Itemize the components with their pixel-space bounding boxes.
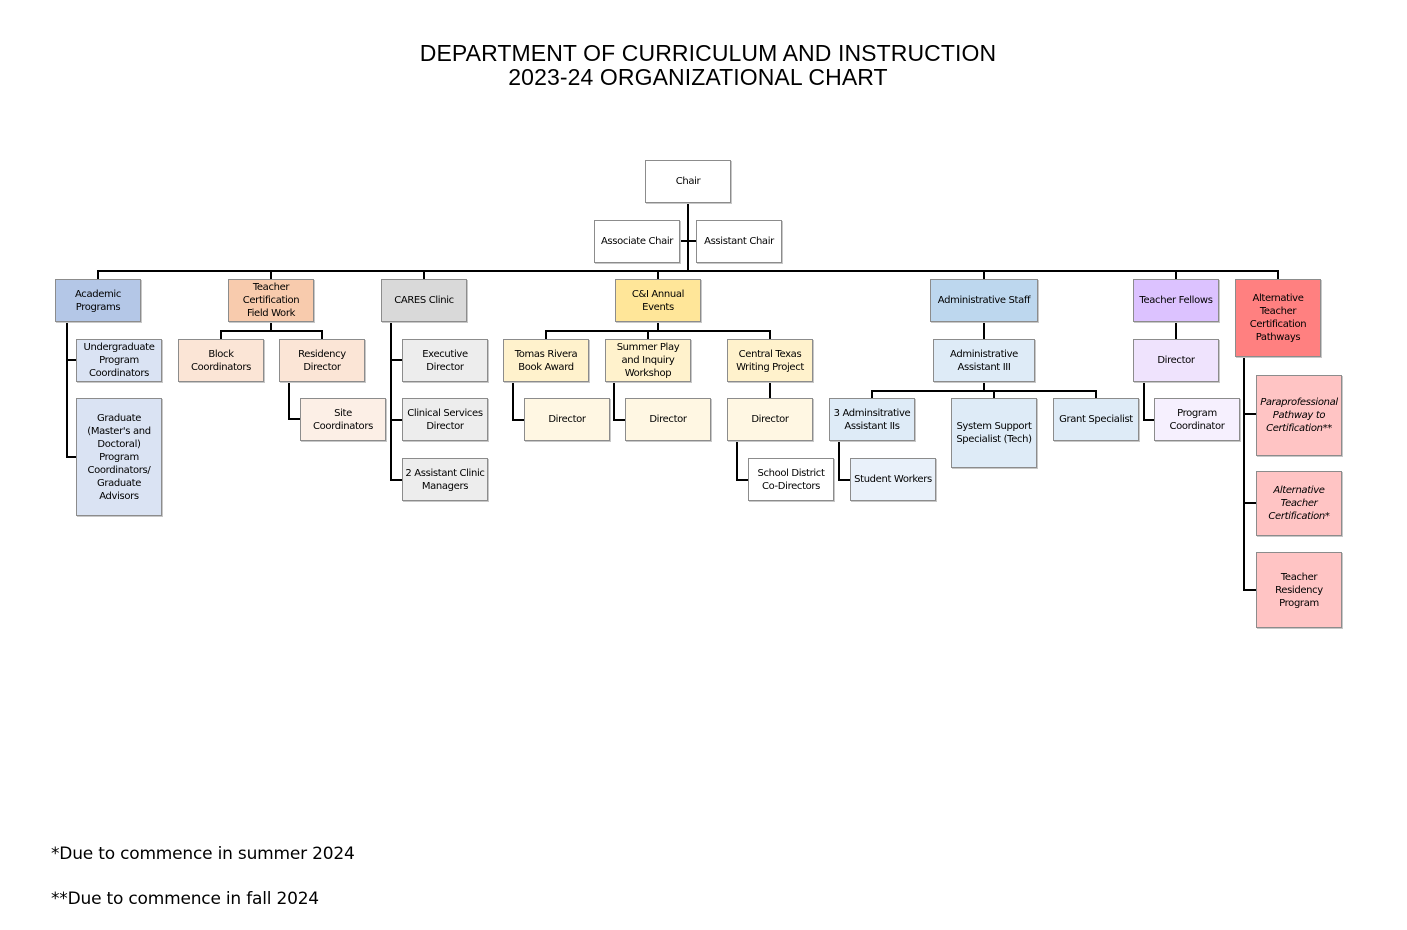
teacher-fellows-box: Teacher Fellows: [1133, 279, 1219, 322]
residency-director-box: Residency Director: [279, 339, 365, 382]
summer-play-director-label: Director: [649, 414, 687, 425]
central-texas-director-label: Director: [751, 414, 789, 425]
academic-programs-label: Academic Programs: [74, 288, 121, 313]
central-texas-director-box: Director: [727, 398, 813, 441]
system-support-box: System Support Specialist (Tech): [951, 398, 1037, 468]
assistant-chair-label: Assistant Chair: [704, 236, 774, 247]
connector: [871, 381, 1097, 400]
site-coordinators-box: Site Coordinators: [300, 398, 386, 441]
executive-director-box: Executive Director: [402, 339, 488, 382]
assistant-clinic-managers-label: 2 Assistant Clinic Managers: [405, 467, 485, 492]
undergrad-coordinators-label: Undergraduate Program Coordinators: [83, 342, 155, 379]
block-coordinators-label: Block Coordinators: [191, 348, 251, 373]
footnote-fall-2024: **Due to commence in fall 2024: [51, 889, 319, 909]
school-district-codirectors-box: School District Co-Directors: [748, 458, 834, 501]
teacher-residency-program-label: Teacher Residency Program: [1275, 571, 1323, 609]
graduate-coordinators-box: Graduate (Master's and Doctoral) Program…: [76, 398, 162, 516]
block-coordinators-box: Block Coordinators: [178, 339, 264, 382]
system-support-label: System Support Specialist (Tech): [956, 421, 1032, 445]
grant-specialist-box: Grant Specialist: [1053, 398, 1139, 441]
alt-teacher-cert-box: Alternative Teacher Certification*: [1256, 471, 1342, 536]
chair-box: Chair: [645, 160, 731, 203]
paraprofessional-pathway-label: Paraprofessional Pathway to Certificatio…: [1260, 397, 1338, 434]
fellows-director-box: Director: [1133, 339, 1219, 382]
program-coordinator-label: Program Coordinator: [1169, 407, 1225, 432]
grant-specialist-label: Grant Specialist: [1059, 414, 1133, 425]
summer-play-label: Summer Play and Inquiry Workshop: [616, 342, 680, 379]
summer-play-box: Summer Play and Inquiry Workshop: [605, 339, 691, 382]
graduate-coordinators-label: Graduate (Master's and Doctoral) Program…: [87, 412, 151, 502]
teacher-cert-field-work-label: Teacher Certification Field Work: [242, 282, 300, 319]
tomas-rivera-director-box: Director: [524, 398, 610, 441]
connector: [545, 321, 771, 341]
associate-chair-box: Associate Chair: [594, 220, 680, 263]
clinical-services-director-label: Clinical Services Director: [407, 407, 483, 432]
residency-director-label: Residency Director: [298, 348, 346, 373]
chair-label: Chair: [675, 176, 701, 187]
alt-pathways-box: Alternative Teacher Certification Pathwa…: [1235, 279, 1321, 357]
executive-director-label: Executive Director: [422, 348, 468, 373]
teacher-cert-field-work-box: Teacher Certification Field Work: [228, 279, 314, 322]
cares-clinic-box: CARES Clinic: [381, 279, 467, 322]
assistant-clinic-managers-box: 2 Assistant Clinic Managers: [402, 458, 488, 501]
tomas-rivera-director-label: Director: [548, 414, 586, 425]
administrative-staff-label: Administrative Staff: [937, 295, 1031, 306]
paraprofessional-pathway-box: Paraprofessional Pathway to Certificatio…: [1256, 375, 1342, 456]
clinical-services-director-box: Clinical Services Director: [402, 398, 488, 441]
administrative-staff-box: Administrative Staff: [930, 279, 1038, 322]
central-texas-box: Central Texas Writing Project: [727, 339, 813, 382]
admin-assistant-iis-label: 3 Adminsitrative Assistant IIs: [833, 407, 911, 432]
student-workers-label: Student Workers: [854, 474, 932, 485]
admin-assistant-iii-label: Administrative Assistant III: [950, 348, 1018, 373]
summer-play-director-box: Director: [625, 398, 711, 441]
school-district-codirectors-label: School District Co-Directors: [757, 467, 825, 492]
connector: [220, 321, 323, 341]
student-workers-box: Student Workers: [850, 458, 936, 501]
assistant-chair-box: Assistant Chair: [696, 220, 782, 263]
program-coordinator-box: Program Coordinator: [1154, 398, 1240, 441]
cares-clinic-label: CARES Clinic: [394, 295, 454, 306]
admin-assistant-iis-box: 3 Adminsitrative Assistant IIs: [829, 398, 915, 441]
annual-events-label: C&I Annual Events: [631, 288, 685, 313]
alt-pathways-label: Alternative Teacher Certification Pathwa…: [1249, 293, 1307, 343]
footnote-summer-2024: *Due to commence in summer 2024: [51, 844, 355, 864]
alt-teacher-cert-label: Alternative Teacher Certification*: [1268, 485, 1330, 522]
teacher-fellows-label: Teacher Fellows: [1139, 295, 1213, 306]
annual-events-box: C&I Annual Events: [615, 279, 701, 322]
tomas-rivera-box: Tomas Rivera Book Award: [503, 339, 589, 382]
fellows-director-label: Director: [1157, 355, 1195, 366]
academic-programs-box: Academic Programs: [55, 279, 141, 322]
teacher-residency-program-box: Teacher Residency Program: [1256, 552, 1342, 628]
admin-assistant-iii-box: Administrative Assistant III: [933, 339, 1035, 382]
undergrad-coordinators-box: Undergraduate Program Coordinators: [76, 339, 162, 382]
connector-lines: [66, 202, 1279, 591]
associate-chair-label: Associate Chair: [600, 236, 674, 247]
tomas-rivera-label: Tomas Rivera Book Award: [514, 348, 578, 373]
central-texas-label: Central Texas Writing Project: [736, 348, 804, 373]
site-coordinators-label: Site Coordinators: [313, 407, 373, 432]
